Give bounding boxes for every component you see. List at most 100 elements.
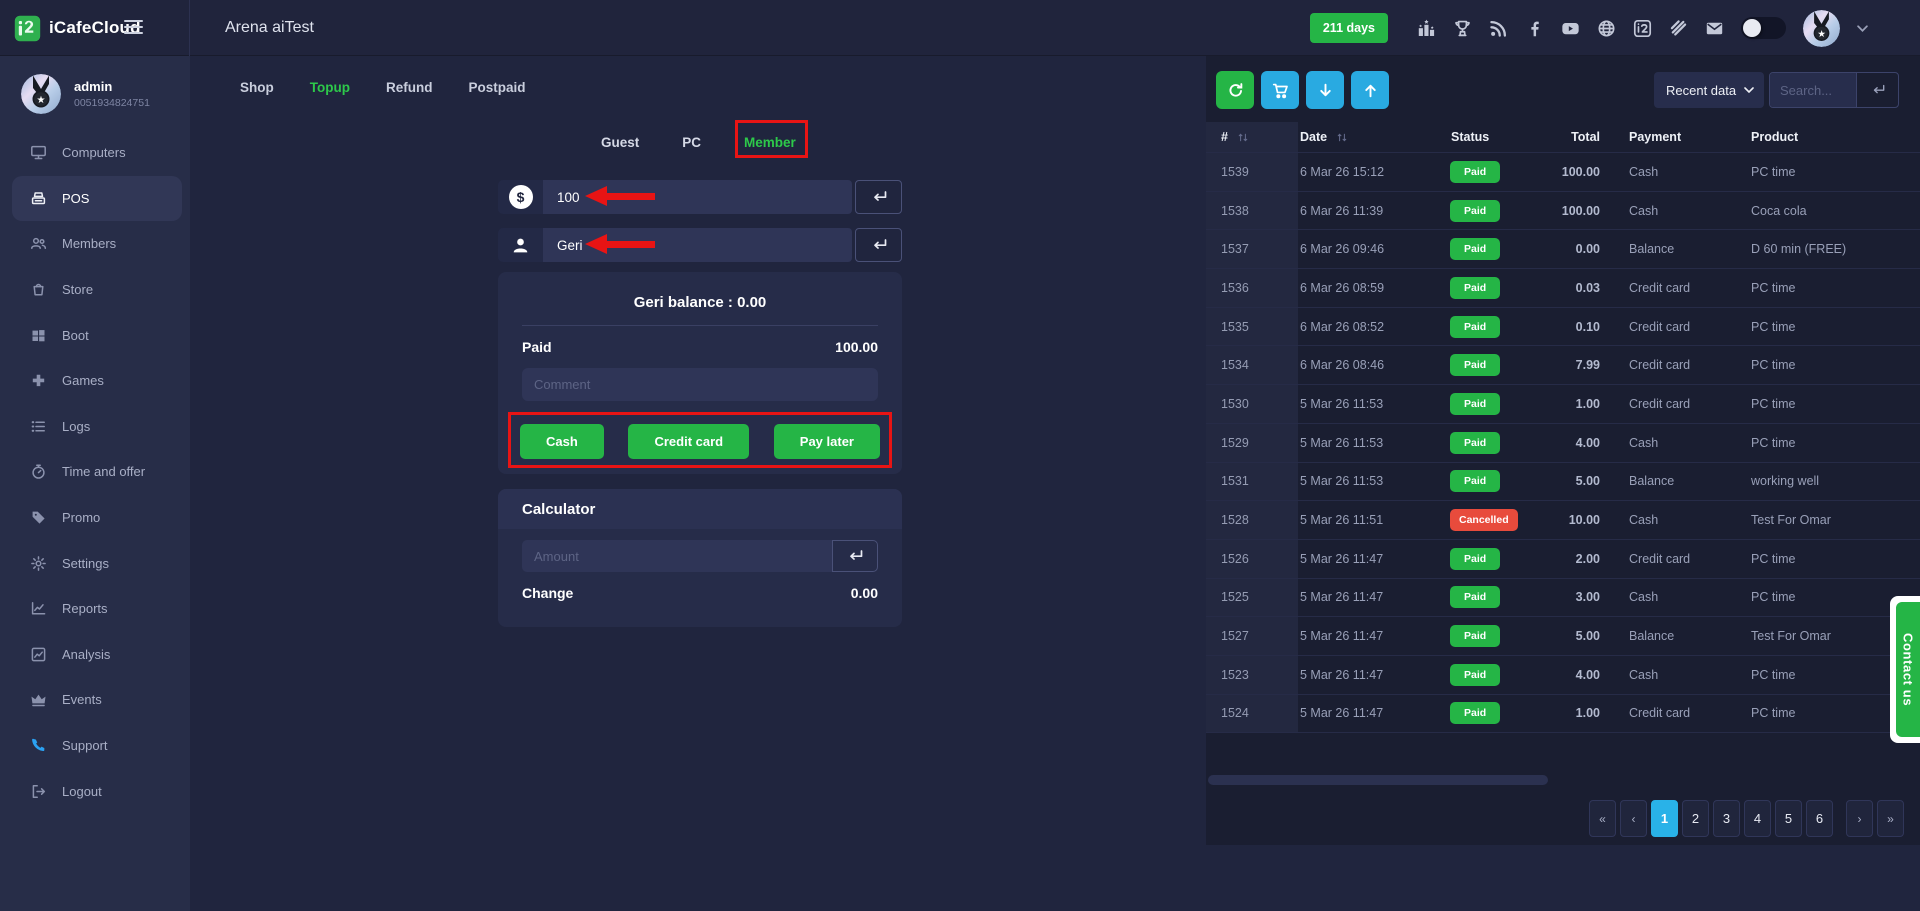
sidebar-item-boot[interactable]: Boot [0, 312, 190, 358]
pos-main-tabs: Shop Topup Refund Postpaid [238, 78, 528, 97]
page-button-5[interactable]: 5 [1775, 800, 1802, 837]
sidebar-item-reports[interactable]: Reports [0, 586, 190, 632]
recent-data-select[interactable]: Recent data [1654, 72, 1764, 108]
chevron-down-icon[interactable] [1857, 25, 1868, 32]
table-row[interactable]: 15396 Mar 26 15:12Paid100.00CashPC time [1206, 153, 1920, 192]
sidebar-item-computers[interactable]: Computers [0, 130, 190, 176]
table-row[interactable]: 15235 Mar 26 11:47Paid4.00CashPC time [1206, 656, 1920, 695]
balance-card: Geri balance : 0.00 Paid 100.00 CashCred… [498, 272, 902, 474]
sidebar-item-settings[interactable]: Settings [0, 540, 190, 586]
refresh-button[interactable] [1216, 71, 1254, 109]
table-row[interactable]: 15346 Mar 26 08:46Paid7.99Credit cardPC … [1206, 346, 1920, 385]
trophy-icon[interactable] [1453, 19, 1472, 38]
table-row[interactable]: 15245 Mar 26 11:47Paid1.00Credit cardPC … [1206, 695, 1920, 734]
days-remaining-badge[interactable]: 211 days [1310, 13, 1388, 43]
cell-status: Paid [1447, 664, 1555, 686]
tab-postpaid[interactable]: Postpaid [466, 78, 527, 97]
subtab-guest[interactable]: Guest [601, 135, 639, 150]
table-row[interactable]: 15275 Mar 26 11:47Paid5.00BalanceTest Fo… [1206, 617, 1920, 656]
contact-us-button[interactable]: Contact us [1896, 602, 1920, 737]
theme-toggle[interactable] [1741, 17, 1786, 39]
subtab-member[interactable]: Member [744, 135, 796, 150]
table-row[interactable]: 15356 Mar 26 08:52Paid0.10Credit cardPC … [1206, 308, 1920, 347]
member-name-input[interactable] [543, 228, 852, 262]
subtab-pc[interactable]: PC [682, 135, 701, 150]
youtube-icon[interactable] [1561, 19, 1580, 38]
rss-icon[interactable] [1489, 19, 1508, 38]
cell-product: D 60 min (FREE) [1738, 242, 1920, 256]
calculator-enter-button[interactable] [832, 540, 878, 572]
table-horizontal-scrollbar[interactable] [1208, 775, 1548, 785]
member-enter-button[interactable] [855, 228, 902, 262]
page-button-6[interactable]: 6 [1806, 800, 1833, 837]
sidebar-item-time-and-offer[interactable]: Time and offer [0, 449, 190, 495]
table-row[interactable]: 15366 Mar 26 08:59Paid0.03Credit cardPC … [1206, 269, 1920, 308]
table-row[interactable]: 15295 Mar 26 11:53Paid4.00CashPC time [1206, 424, 1920, 463]
page-button-4[interactable]: 4 [1744, 800, 1771, 837]
table-row[interactable]: 15376 Mar 26 09:46Paid0.00BalanceD 60 mi… [1206, 230, 1920, 269]
user-avatar[interactable]: ★ [1803, 10, 1840, 47]
search-enter-button[interactable] [1856, 73, 1898, 107]
arrow-up-button[interactable] [1351, 71, 1389, 109]
cash-button[interactable]: Cash [520, 424, 604, 459]
hamburger-menu-icon[interactable] [124, 20, 143, 37]
page-nav-button[interactable]: › [1846, 800, 1873, 837]
calculator-amount-input[interactable] [522, 540, 832, 572]
sidebar-item-store[interactable]: Store [0, 267, 190, 313]
facebook-icon[interactable] [1525, 19, 1544, 38]
sidebar-item-analysis[interactable]: Analysis [0, 632, 190, 678]
amount-enter-button[interactable] [855, 180, 902, 214]
podium-icon[interactable] [1417, 19, 1436, 38]
sidebar-user-avatar: ★ [21, 74, 61, 114]
arrow-down-button[interactable] [1306, 71, 1344, 109]
table-row[interactable]: 15265 Mar 26 11:47Paid2.00Credit cardPC … [1206, 540, 1920, 579]
sidebar-item-members[interactable]: Members [0, 221, 190, 267]
credit-card-button[interactable]: Credit card [628, 424, 749, 459]
cell-date: 5 Mar 26 11:53 [1298, 436, 1447, 450]
page-nav-button[interactable]: » [1877, 800, 1904, 837]
table-row[interactable]: 15315 Mar 26 11:53Paid5.00Balanceworking… [1206, 463, 1920, 502]
mail-icon[interactable] [1705, 19, 1724, 38]
sort-icon[interactable] [1237, 132, 1249, 143]
page-nav-button[interactable]: ‹ [1620, 800, 1647, 837]
sidebar-item-games[interactable]: Games [0, 358, 190, 404]
sidebar-item-promo[interactable]: Promo [0, 495, 190, 541]
column-header-id[interactable]: # [1206, 122, 1298, 152]
globe-icon[interactable] [1597, 19, 1616, 38]
column-header-date[interactable]: Date [1298, 130, 1447, 144]
table-row[interactable]: 15255 Mar 26 11:47Paid3.00CashPC time [1206, 579, 1920, 618]
pos-content: ShopTopupRefundPostpaid GuestPCMember $ … [190, 56, 1206, 911]
icafecloud-logo-icon [14, 15, 41, 42]
cart-button[interactable] [1261, 71, 1299, 109]
tab-shop[interactable]: Shop [238, 78, 276, 97]
sidebar-item-logs[interactable]: Logs [0, 404, 190, 450]
page-button-3[interactable]: 3 [1713, 800, 1740, 837]
cell-id: 1527 [1206, 617, 1298, 655]
tab-refund[interactable]: Refund [384, 78, 435, 97]
sidebar-item-logout[interactable]: Logout [0, 768, 190, 814]
pay-buttons-row: Cash Credit card Pay later [520, 424, 880, 459]
tab-topup[interactable]: Topup [308, 78, 352, 97]
cell-id: 1538 [1206, 192, 1298, 230]
comment-input[interactable] [522, 368, 878, 401]
table-row[interactable]: 15305 Mar 26 11:53Paid1.00Credit cardPC … [1206, 385, 1920, 424]
search-input[interactable] [1770, 73, 1856, 107]
table-header: #DateStatusTotalPaymentProduct [1206, 122, 1920, 152]
cell-date: 5 Mar 26 11:47 [1298, 590, 1447, 604]
sidebar-item-support[interactable]: Support [0, 723, 190, 769]
pay-later-button[interactable]: Pay later [774, 424, 880, 459]
topup-amount-input[interactable] [543, 180, 852, 214]
orders-toolbar [1216, 71, 1389, 109]
layers-icon[interactable] [1669, 19, 1688, 38]
sidebar-item-events[interactable]: Events [0, 677, 190, 723]
table-row[interactable]: 15386 Mar 26 11:39Paid100.00CashCoca col… [1206, 192, 1920, 231]
table-row[interactable]: 15285 Mar 26 11:51Cancelled10.00CashTest… [1206, 501, 1920, 540]
page-button-1[interactable]: 1 [1651, 800, 1678, 837]
page-button-2[interactable]: 2 [1682, 800, 1709, 837]
gear-icon [30, 555, 47, 572]
icafe-logo-icon[interactable] [1633, 19, 1652, 38]
sidebar-user-block[interactable]: ★ admin 0051934824751 [0, 56, 190, 116]
sort-icon[interactable] [1336, 132, 1348, 143]
page-nav-button[interactable]: « [1589, 800, 1616, 837]
sidebar-item-pos[interactable]: POS [12, 176, 182, 222]
